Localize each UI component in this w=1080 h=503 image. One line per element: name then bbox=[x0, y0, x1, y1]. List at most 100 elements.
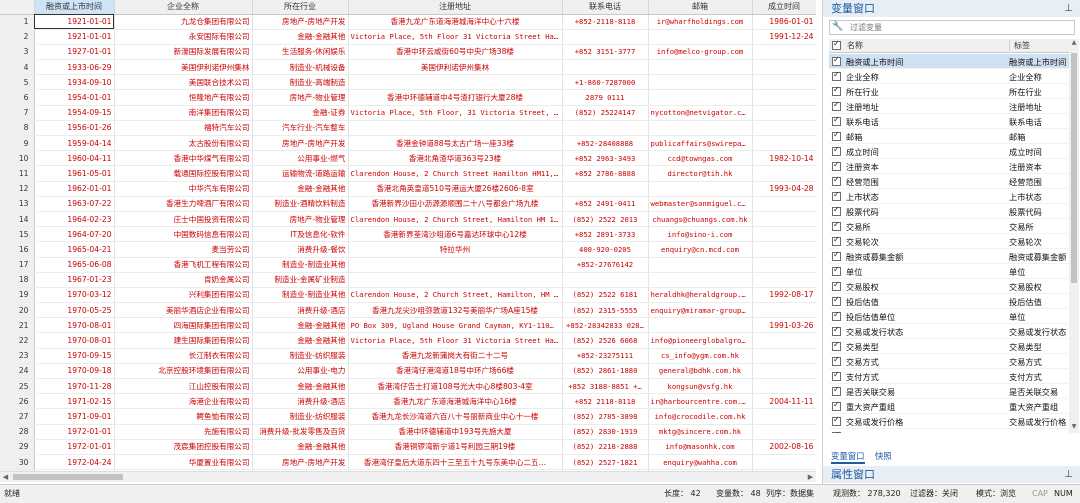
table-cell[interactable]: 1993-04-28 bbox=[752, 181, 816, 197]
table-cell[interactable]: 1954-09-15 bbox=[34, 105, 115, 121]
table-cell[interactable] bbox=[348, 257, 563, 273]
table-cell[interactable]: (852) 2522 2013 bbox=[562, 211, 649, 228]
table-cell[interactable]: 九龙仓集团有限公司 bbox=[114, 14, 253, 30]
table-row[interactable]: 2 1921-01-01 永安国际有限公司 金融-金融其他 Victoria Place… bbox=[0, 29, 816, 45]
row-number[interactable]: 20 bbox=[0, 302, 35, 319]
table-row[interactable]: 27 1971-09-01 鳄鱼恤有限公司 制造业-纺织服装 香港九龙长沙湾道六百八十号… bbox=[0, 408, 816, 425]
table-cell[interactable]: 北京控股环境集团有限公司 bbox=[114, 363, 253, 380]
table-row[interactable]: 3 1927-01-01 新濠国际发展有限公司 生活服务-休闲娱乐 香港中环云咸街60号… bbox=[0, 44, 816, 61]
table-cell[interactable] bbox=[752, 211, 816, 228]
table-cell[interactable]: 1964-07-20 bbox=[34, 226, 115, 243]
table-cell[interactable]: 运输物流-道路运输 bbox=[252, 165, 349, 182]
variable-checkbox[interactable] bbox=[832, 385, 841, 396]
row-number-header[interactable] bbox=[0, 0, 35, 15]
table-cell[interactable]: +852 2491-0411 bbox=[562, 196, 649, 212]
table-cell[interactable]: 香港中环德辅道中193号先施大厦 bbox=[348, 424, 563, 440]
table-cell[interactable]: heraldhk@heraldgroup.com… bbox=[648, 287, 753, 304]
table-cell[interactable]: +852-28342833 028… bbox=[562, 317, 649, 334]
table-cell[interactable]: +852 2891-3733 bbox=[562, 226, 649, 243]
scrollbar-thumb[interactable] bbox=[1071, 53, 1077, 283]
table-cell[interactable] bbox=[752, 59, 816, 76]
table-cell[interactable]: 1965-04-21 bbox=[34, 241, 115, 258]
table-cell[interactable] bbox=[752, 454, 816, 471]
table-cell[interactable]: +852-23275111 bbox=[562, 348, 649, 364]
table-cell[interactable]: 香港生力啤酒厂有限公司 bbox=[114, 196, 253, 212]
table-cell[interactable]: (852) 2522 6181 bbox=[562, 287, 649, 304]
variable-checkbox[interactable] bbox=[832, 70, 841, 81]
table-row[interactable]: 7 1954-09-15 南洋集团有限公司 金融-证券 Victoria Place, … bbox=[0, 105, 816, 121]
table-cell[interactable]: Clarendon House, 2 Church Street, Hamilt… bbox=[348, 211, 563, 228]
table-cell[interactable]: 南洋集团有限公司 bbox=[114, 105, 253, 121]
row-number[interactable]: 2 bbox=[0, 29, 35, 45]
table-cell[interactable]: Clarendon House, 2 Church Street Hamilto… bbox=[348, 165, 563, 182]
table-cell[interactable]: 茂宸集团控股有限公司 bbox=[114, 439, 253, 455]
table-cell[interactable] bbox=[648, 59, 753, 76]
table-cell[interactable]: 1970-09-18 bbox=[34, 363, 115, 380]
table-cell[interactable]: 1962-01-01 bbox=[34, 181, 115, 197]
table-row[interactable]: 10 1960-04-11 香港中华煤气有限公司 公用事业-燃气 香港北角渣华道363号… bbox=[0, 150, 816, 167]
table-cell[interactable] bbox=[562, 181, 649, 197]
table-cell[interactable]: info@melco-group.com bbox=[648, 44, 753, 61]
table-cell[interactable]: 消费升级-批发零售及百货 bbox=[252, 424, 349, 440]
table-row[interactable]: 9 1959-04-14 太古股份有限公司 房地产-房地产开发 香港金钟道88号太古广场… bbox=[0, 135, 816, 152]
table-row[interactable]: 14 1964-02-23 庄士中国投资有限公司 房地产-物业管理 Clarendon … bbox=[0, 211, 816, 228]
table-row[interactable]: 6 1954-01-01 恒隆地产有限公司 房地产-物业管理 香港中环德辅道中4号渣打银… bbox=[0, 89, 816, 106]
table-cell[interactable]: 制造业-制造业其他 bbox=[252, 257, 349, 273]
row-number[interactable]: 16 bbox=[0, 241, 35, 258]
table-cell[interactable]: (852) 2218-2888 bbox=[562, 439, 649, 455]
row-number[interactable]: 1 bbox=[0, 14, 35, 30]
column-header[interactable]: 企业全称 bbox=[114, 0, 253, 15]
table-cell[interactable]: 1963-07-22 bbox=[34, 196, 115, 212]
row-number[interactable]: 5 bbox=[0, 74, 35, 91]
table-cell[interactable]: 1972-01-01 bbox=[34, 424, 115, 440]
table-cell[interactable]: (852) 2527-1821 bbox=[562, 454, 649, 471]
scrollbar-thumb[interactable] bbox=[13, 474, 123, 480]
table-cell[interactable] bbox=[752, 272, 816, 288]
table-cell[interactable]: 香港九龙长沙湾道六百八十号丽新商业中心十一楼 bbox=[348, 408, 563, 425]
table-cell[interactable]: 公用事业-燃气 bbox=[252, 150, 349, 167]
table-row[interactable]: 21 1970-08-01 四海国际集团有限公司 金融-金融其他 PO Box 309,… bbox=[0, 317, 816, 334]
variable-item[interactable]: 联系电话 联系电话 bbox=[829, 114, 1069, 129]
table-cell[interactable]: webmaster@sanmiguel.com… bbox=[648, 196, 753, 212]
table-row[interactable]: 25 1970-11-28 江山控股有限公司 金融-金融其他 香港湾仔告士打道108号光… bbox=[0, 378, 816, 395]
row-number[interactable]: 22 bbox=[0, 332, 35, 349]
table-cell[interactable] bbox=[752, 378, 816, 395]
filter-variables-input[interactable] bbox=[850, 22, 1070, 33]
table-cell[interactable]: 金融-金融其他 bbox=[252, 378, 349, 395]
table-cell[interactable]: 房地产-物业管理 bbox=[252, 211, 349, 228]
variable-list-scrollbar[interactable]: ▲ ▼ bbox=[1069, 39, 1079, 433]
table-cell[interactable]: 金融-金融其他 bbox=[252, 181, 349, 197]
table-cell[interactable]: 香港九龙广东道海港城海洋中心16楼 bbox=[348, 393, 563, 410]
table-cell[interactable]: 房地产-房地产开发 bbox=[252, 14, 349, 30]
table-row[interactable]: 24 1970-09-18 北京控股环境集团有限公司 公用事业-电力 香港湾仔港湾道18… bbox=[0, 363, 816, 380]
table-cell[interactable]: 香港湾仔告士打道108号光大中心8楼803-4室 bbox=[348, 378, 563, 395]
variable-item[interactable]: 上市状态 上市状态 bbox=[829, 189, 1069, 204]
table-row[interactable]: 20 1970-05-25 美丽华酒店企业有限公司 消费升级-酒店 香港九龙尖沙咀弥敦道… bbox=[0, 302, 816, 319]
column-header[interactable]: 成立时间 bbox=[752, 0, 816, 15]
table-cell[interactable]: Clarendon House, 2 Church Street, Hamilt… bbox=[348, 287, 563, 304]
variable-checkbox[interactable] bbox=[832, 235, 841, 246]
table-cell[interactable] bbox=[648, 29, 753, 45]
table-cell[interactable]: 1965-06-08 bbox=[34, 257, 115, 273]
variable-item[interactable]: 是否关联交易 是否关联交易 bbox=[829, 384, 1069, 399]
variable-item[interactable]: 融资或上市时间 融资或上市时间 bbox=[829, 54, 1069, 69]
table-cell[interactable]: 1921-01-01 bbox=[34, 29, 115, 45]
table-cell[interactable]: 1992-08-17 bbox=[752, 287, 816, 304]
variable-checkbox[interactable] bbox=[832, 250, 841, 261]
table-cell[interactable]: info@crocodile.com.hk bbox=[648, 408, 753, 425]
table-cell[interactable]: 香港金钟道88号太古广场一座33楼 bbox=[348, 135, 563, 152]
variable-checkbox[interactable] bbox=[832, 175, 841, 186]
table-cell[interactable]: 鳄鱼恤有限公司 bbox=[114, 408, 253, 425]
table-cell[interactable]: info@pioneerglobalgroup… bbox=[648, 332, 753, 349]
table-cell[interactable] bbox=[752, 257, 816, 273]
row-number[interactable]: 24 bbox=[0, 363, 35, 380]
table-cell[interactable]: 特拉华州 bbox=[348, 241, 563, 258]
table-cell[interactable]: 庄士中国投资有限公司 bbox=[114, 211, 253, 228]
table-cell[interactable]: (852) 2526 6068 bbox=[562, 332, 649, 349]
variable-item[interactable]: 交易股权 交易股权 bbox=[829, 279, 1069, 294]
table-cell[interactable]: kongsun@vsfg.hk bbox=[648, 378, 753, 395]
table-cell[interactable] bbox=[562, 120, 649, 137]
table-cell[interactable] bbox=[348, 74, 563, 91]
table-cell[interactable]: enquiry@miramar-group.c… bbox=[648, 302, 753, 319]
table-cell[interactable]: 制造业-制造业其他 bbox=[252, 287, 349, 304]
